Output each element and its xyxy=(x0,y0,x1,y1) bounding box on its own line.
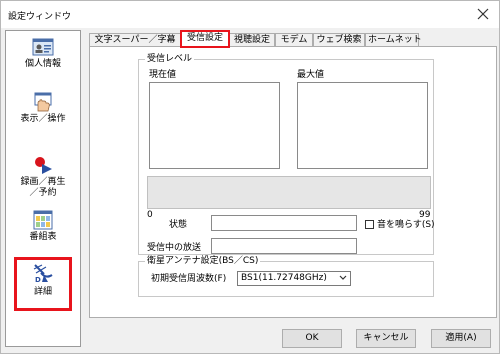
antenna-settings-group: 衛星アンテナ設定(BS／CS) 初期受信周波数(F) BS1(11.72748G… xyxy=(138,255,434,297)
tab-viewing-settings[interactable]: 視聴設定 xyxy=(229,33,275,46)
frequency-select[interactable]: BS1(11.72748GHz) xyxy=(237,271,351,286)
group-title: 衛星アンテナ設定(BS／CS) xyxy=(145,255,261,267)
cancel-button[interactable]: キャンセル xyxy=(356,329,416,348)
hand-window-icon xyxy=(34,92,52,112)
sidebar-item-record-play[interactable]: 録画／再生 ／予約 xyxy=(6,151,80,213)
sidebar-item-display-operation[interactable]: 表示／操作 xyxy=(6,88,80,144)
max-value-label: 最大値 xyxy=(297,70,325,80)
sidebar-item-personal-info[interactable]: 個人情報 xyxy=(6,33,80,89)
sound-checkbox-label[interactable]: 音を鳴らす(S) xyxy=(377,220,435,231)
scale-min-label: 0 xyxy=(147,210,153,220)
status-field xyxy=(211,215,357,231)
sidebar-item-label: 録画／再生 ／予約 xyxy=(20,177,66,198)
tab-web-search[interactable]: ウェブ検索 xyxy=(313,33,365,46)
tab-reception-settings[interactable]: 受信設定 xyxy=(180,30,230,48)
frequency-select-value: BS1(11.72748GHz) xyxy=(241,273,327,283)
satellite-dish-icon: D xyxy=(33,264,53,283)
frequency-label: 初期受信周波数(F) xyxy=(151,274,227,284)
broadcast-field xyxy=(211,238,357,254)
person-card-icon xyxy=(32,38,54,56)
svg-text:D: D xyxy=(35,276,41,283)
tab-modem[interactable]: モデム xyxy=(275,33,313,46)
ok-button[interactable]: OK xyxy=(282,329,342,348)
sidebar-item-label: 番組表 xyxy=(29,232,57,242)
title-bar[interactable]: 設定ウィンドウ xyxy=(1,1,499,28)
tab-home-network[interactable]: ホームネット xyxy=(365,33,422,46)
reception-level-group: 受信レベル 現在値 最大値 0 99 状態 音を鳴らす(S) 受信中の放送 xyxy=(138,53,435,255)
category-sidebar: 個人情報 表示／操作 録画／再生 ／予約 番組表 D 詳細 xyxy=(5,30,81,347)
current-value-label: 現在値 xyxy=(149,70,177,80)
group-title: 受信レベル xyxy=(145,53,195,65)
status-label: 状態 xyxy=(169,220,188,230)
sidebar-item-details[interactable]: D 詳細 xyxy=(14,257,72,311)
current-value-box xyxy=(149,82,280,169)
sound-checkbox[interactable] xyxy=(365,220,374,229)
sidebar-item-label: 表示／操作 xyxy=(20,114,66,124)
sidebar-item-label: 個人情報 xyxy=(24,59,61,69)
settings-window: 設定ウィンドウ 個人情報 表示／操作 録画／再生 ／予約 番組表 D 詳細 文字… xyxy=(0,0,500,354)
max-value-box xyxy=(297,82,428,169)
tab-subtitles[interactable]: 文字スーパー／字幕 xyxy=(89,33,181,46)
chevron-down-icon xyxy=(339,275,347,280)
grid-icon xyxy=(33,210,53,230)
record-play-icon xyxy=(35,157,52,174)
sidebar-item-program-guide[interactable]: 番組表 xyxy=(6,206,80,262)
sidebar-item-label: 詳細 xyxy=(33,287,52,297)
window-title: 設定ウィンドウ xyxy=(8,12,72,22)
reception-level-bar xyxy=(147,176,431,209)
broadcast-label: 受信中の放送 xyxy=(147,243,202,253)
apply-button[interactable]: 適用(A) xyxy=(431,329,491,348)
tab-panel-reception: 受信レベル 現在値 最大値 0 99 状態 音を鳴らす(S) 受信中の放送 衛星… xyxy=(89,46,497,318)
close-icon[interactable] xyxy=(476,7,490,21)
